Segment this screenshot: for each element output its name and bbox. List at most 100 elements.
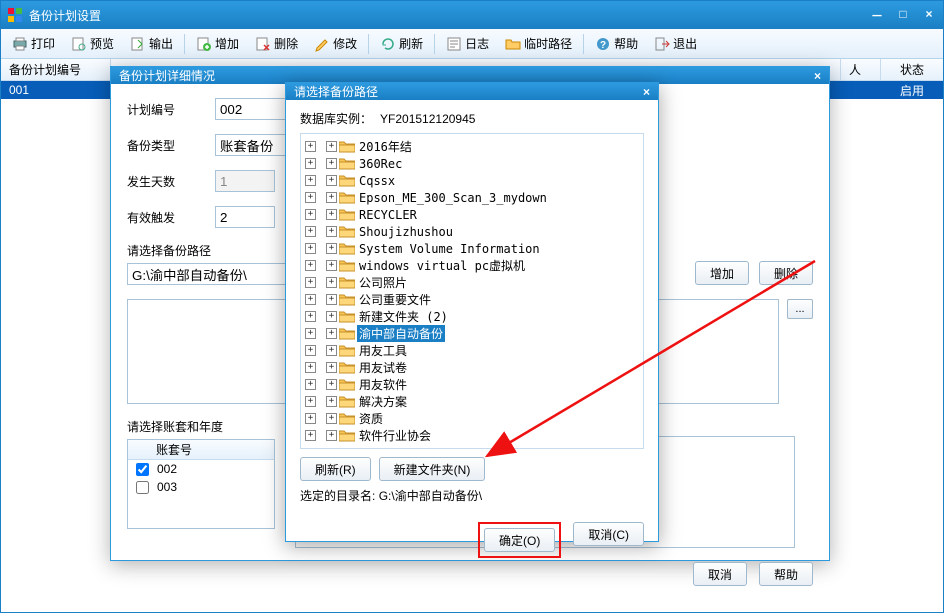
edit-button[interactable]: 修改: [307, 32, 364, 56]
collapse-icon[interactable]: +: [305, 260, 316, 271]
new-folder-button[interactable]: 新建文件夹(N): [379, 457, 486, 481]
tree-node[interactable]: + + Epson_ME_300_Scan_3_mydown: [303, 189, 641, 206]
tree-node[interactable]: ++360Rec: [303, 155, 641, 172]
collapse-icon[interactable]: +: [326, 345, 337, 356]
tree-node[interactable]: ++渝中部自动备份: [303, 325, 641, 342]
detail-cancel-button[interactable]: 取消: [693, 562, 747, 586]
collapse-icon[interactable]: +: [326, 226, 337, 237]
collapse-icon[interactable]: +: [305, 192, 316, 203]
collapse-icon[interactable]: +: [305, 379, 316, 390]
browse-button[interactable]: ...: [787, 299, 813, 319]
tree-node[interactable]: ++Cqssx: [303, 172, 641, 189]
folder-icon: [339, 174, 355, 188]
path-delete-button[interactable]: 删除: [759, 261, 813, 285]
path-add-button[interactable]: 增加: [695, 261, 749, 285]
collapse-icon[interactable]: +: [305, 209, 316, 220]
tree-node[interactable]: ++解决方案: [303, 393, 641, 410]
select-path-close-icon[interactable]: ×: [643, 85, 650, 99]
maximize-button[interactable]: □: [895, 7, 911, 24]
tree-node[interactable]: ++新建文件夹 (2): [303, 308, 641, 325]
tree-refresh-button[interactable]: 刷新(R): [300, 457, 371, 481]
collapse-icon[interactable]: +: [305, 396, 316, 407]
printer-icon: [12, 36, 28, 52]
tree-node[interactable]: ++软件行业协会: [303, 427, 641, 444]
tree-node[interactable]: ++资质: [303, 410, 641, 427]
folder-icon: [339, 276, 355, 290]
collapse-icon[interactable]: +: [305, 243, 316, 254]
detail-dialog-close-icon[interactable]: ×: [814, 69, 821, 83]
col-status: 状态: [881, 59, 943, 80]
collapse-icon[interactable]: +: [305, 362, 316, 373]
account-item[interactable]: 002: [128, 460, 274, 478]
collapse-icon[interactable]: +: [305, 430, 316, 441]
minimize-button[interactable]: －: [869, 7, 885, 24]
log-button[interactable]: 日志: [439, 32, 496, 56]
collapse-icon[interactable]: +: [326, 243, 337, 254]
ok-button[interactable]: 确定(O): [484, 528, 555, 552]
cell-plan-no: 001: [1, 81, 111, 99]
account-checkbox[interactable]: [136, 463, 149, 476]
collapse-icon[interactable]: +: [326, 141, 337, 152]
folder-icon: [505, 36, 521, 52]
tree-node[interactable]: ++用友工具: [303, 342, 641, 359]
collapse-icon[interactable]: +: [326, 362, 337, 373]
collapse-icon[interactable]: +: [326, 158, 337, 169]
collapse-icon[interactable]: +: [326, 209, 337, 220]
tree-node[interactable]: + + 公司重要文件: [303, 291, 641, 308]
refresh-button[interactable]: 刷新: [373, 32, 430, 56]
collapse-icon[interactable]: +: [305, 141, 316, 152]
collapse-icon[interactable]: +: [305, 311, 316, 322]
collapse-icon[interactable]: +: [305, 158, 316, 169]
delete-button[interactable]: 删除: [248, 32, 305, 56]
print-button[interactable]: 打印: [5, 32, 62, 56]
instance-value: YF201512120945: [380, 112, 475, 126]
tree-node[interactable]: ++Shoujizhushou: [303, 223, 641, 240]
tree-node-label: 公司重要文件: [357, 291, 433, 308]
collapse-icon[interactable]: +: [326, 379, 337, 390]
collapse-icon[interactable]: +: [326, 430, 337, 441]
exit-button[interactable]: 退出: [647, 32, 704, 56]
tree-node[interactable]: ++RECYCLER: [303, 206, 641, 223]
col-plan-no: 备份计划编号: [1, 59, 111, 80]
tree-node[interactable]: ++2016年结: [303, 138, 641, 155]
tree-node[interactable]: ++用友软件: [303, 376, 641, 393]
cancel-button[interactable]: 取消(C): [573, 522, 644, 546]
add-button[interactable]: 增加: [189, 32, 246, 56]
collapse-icon[interactable]: +: [305, 328, 316, 339]
tree-node[interactable]: ++公司照片: [303, 274, 641, 291]
collapse-icon[interactable]: +: [326, 192, 337, 203]
label-plan-no: 计划编号: [127, 101, 197, 118]
collapse-icon[interactable]: +: [305, 413, 316, 424]
collapse-icon[interactable]: +: [326, 311, 337, 322]
account-item[interactable]: 003: [128, 478, 274, 496]
help-button[interactable]: ?帮助: [588, 32, 645, 56]
collapse-icon[interactable]: +: [305, 277, 316, 288]
collapse-icon[interactable]: +: [326, 277, 337, 288]
collapse-icon[interactable]: +: [305, 294, 316, 305]
collapse-icon[interactable]: +: [305, 345, 316, 356]
folder-icon: [339, 310, 355, 324]
collapse-icon[interactable]: +: [326, 294, 337, 305]
temp-path-button[interactable]: 临时路径: [498, 32, 579, 56]
collapse-icon[interactable]: +: [326, 260, 337, 271]
refresh-icon: [380, 36, 396, 52]
tree-node[interactable]: ++System Volume Information: [303, 240, 641, 257]
collapse-icon[interactable]: +: [326, 396, 337, 407]
tree-node[interactable]: ++windows virtual pc虚拟机: [303, 257, 641, 274]
preview-button[interactable]: 预览: [64, 32, 121, 56]
export-button[interactable]: 输出: [123, 32, 180, 56]
account-checkbox[interactable]: [136, 481, 149, 494]
close-button[interactable]: ×: [921, 7, 937, 24]
tree-node-label: Epson_ME_300_Scan_3_mydown: [357, 191, 549, 205]
folder-tree[interactable]: ++2016年结++360Rec++Cqssx++Epson_ME_300_Sc…: [300, 133, 644, 449]
input-trigger[interactable]: [215, 206, 275, 228]
tree-node[interactable]: ++用友试卷: [303, 359, 641, 376]
collapse-icon[interactable]: +: [305, 226, 316, 237]
collapse-icon[interactable]: +: [326, 328, 337, 339]
detail-help-button[interactable]: 帮助: [759, 562, 813, 586]
collapse-icon[interactable]: +: [305, 175, 316, 186]
collapse-icon[interactable]: +: [326, 175, 337, 186]
selected-path-label: 选定的目录名:: [300, 489, 375, 503]
app-icon: [7, 7, 23, 23]
collapse-icon[interactable]: +: [326, 413, 337, 424]
